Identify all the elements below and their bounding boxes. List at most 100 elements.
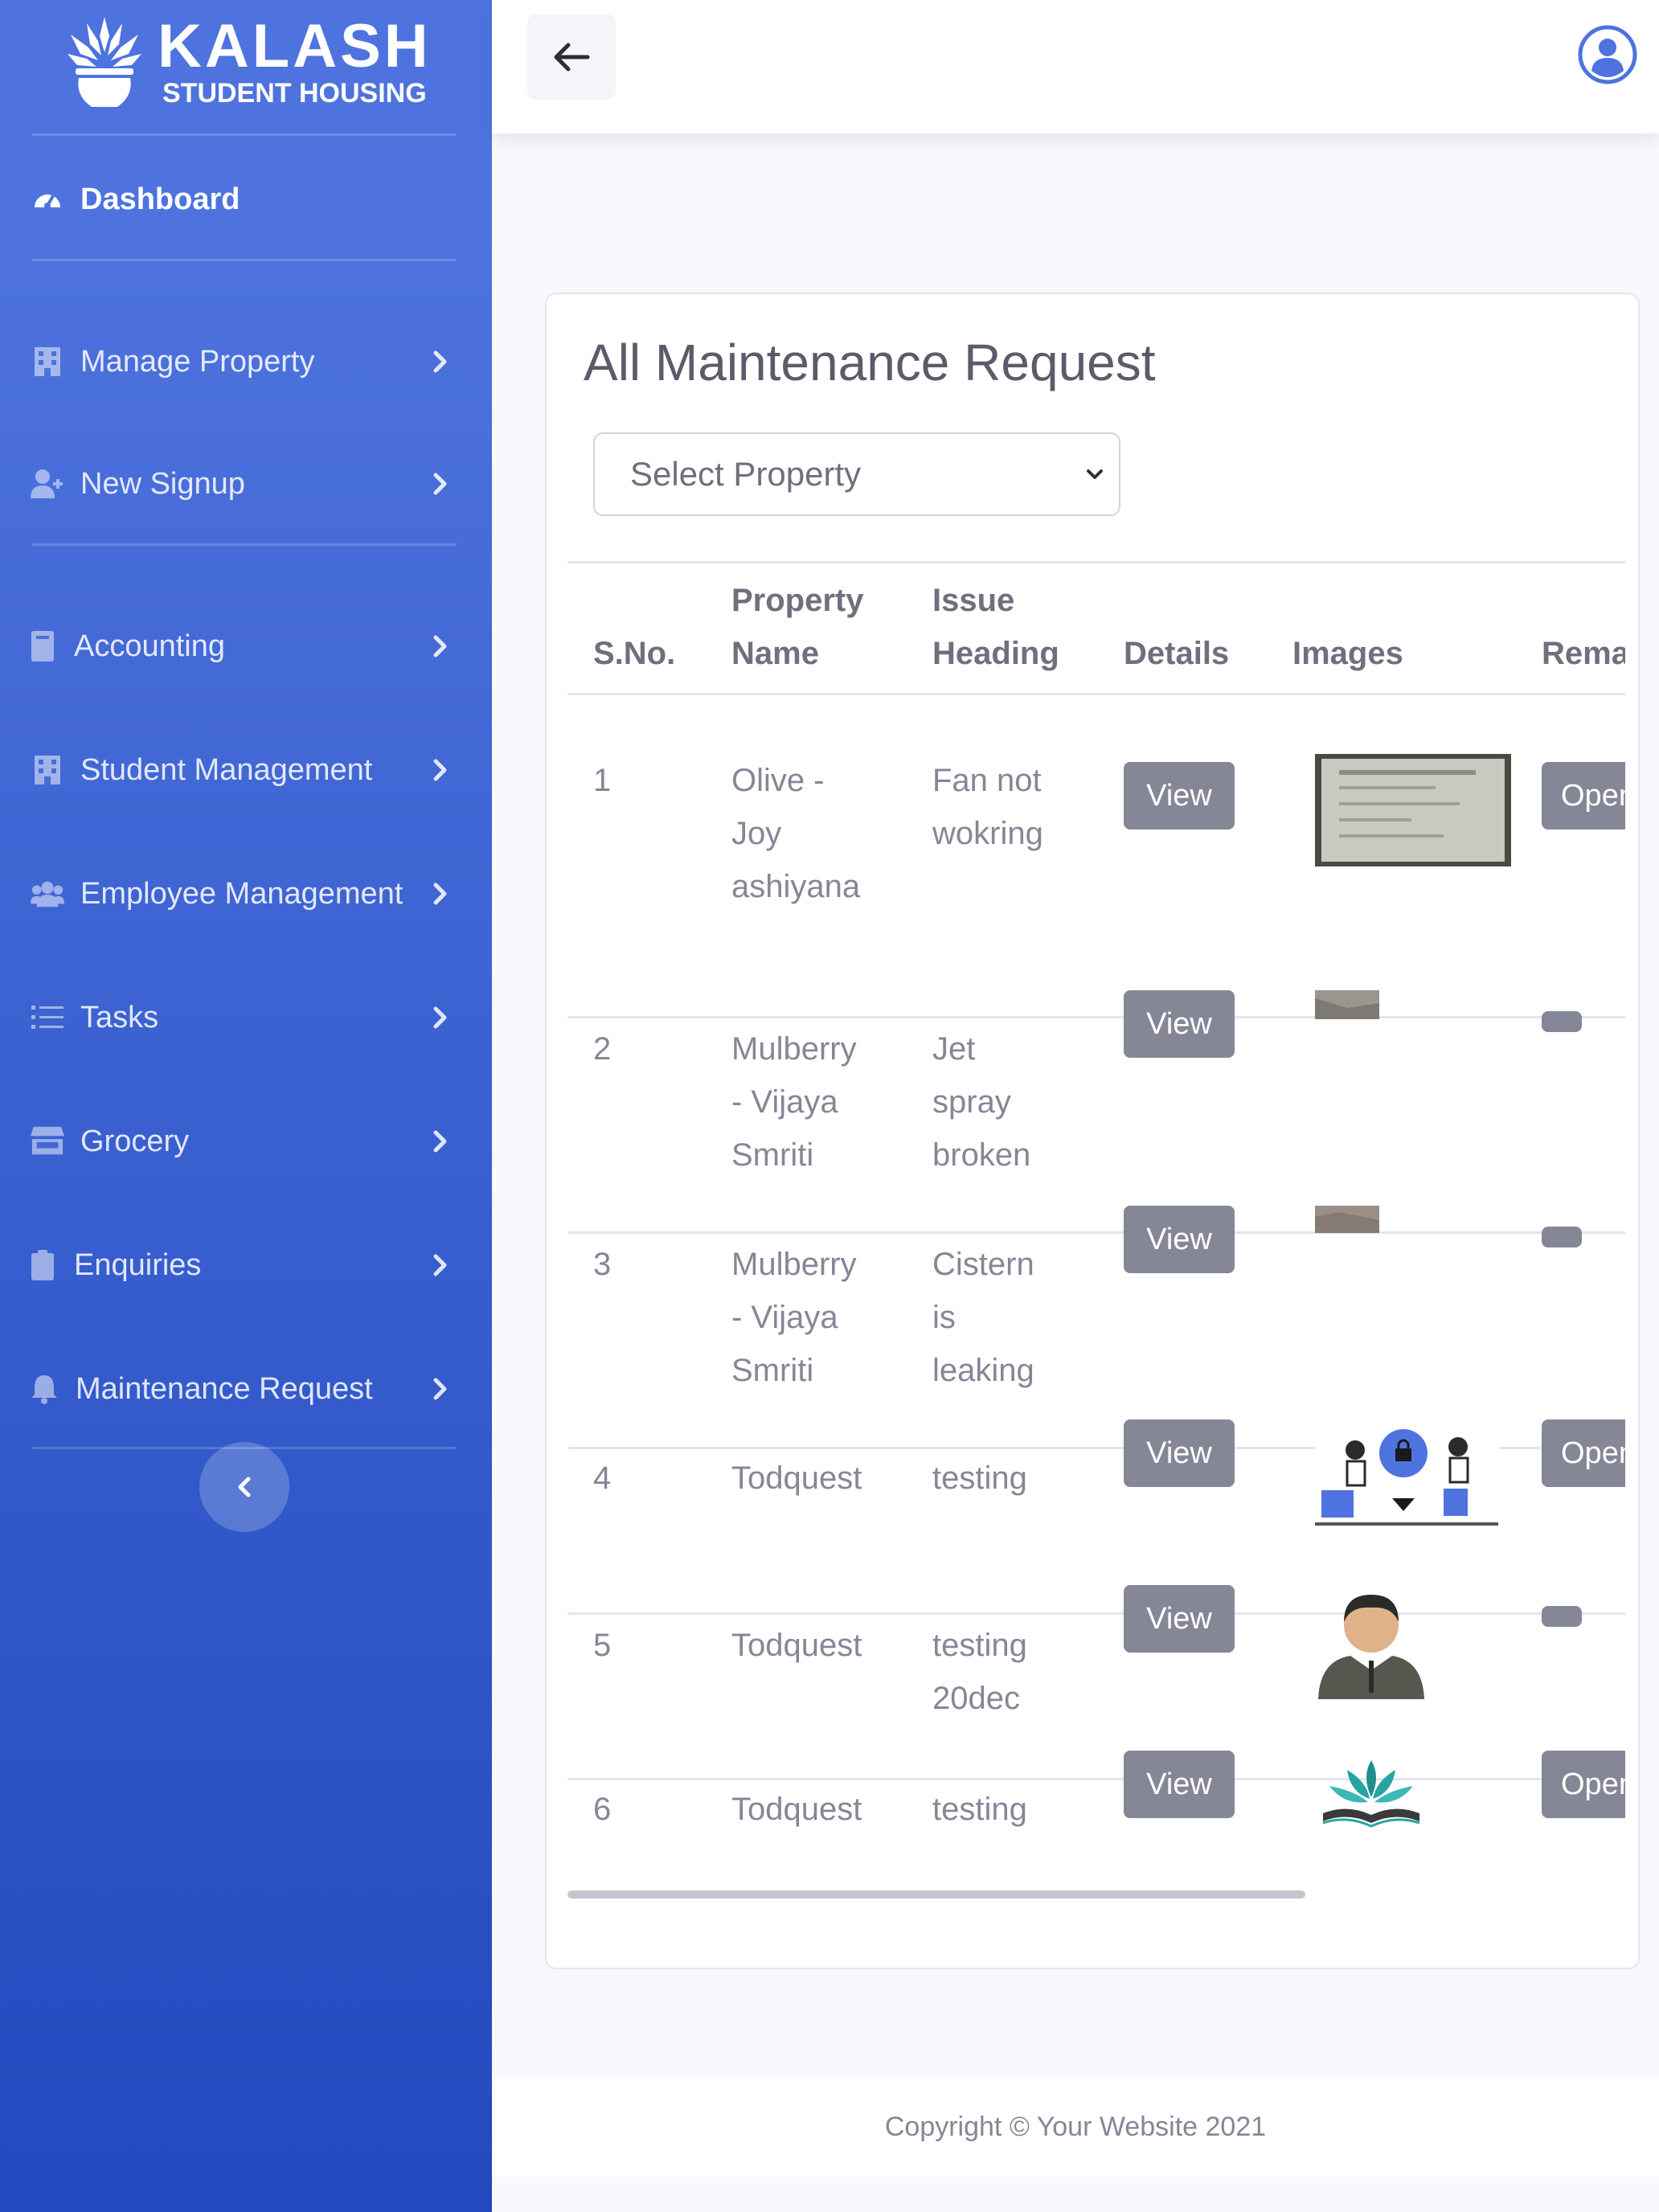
sidebar-divider <box>32 259 457 261</box>
view-button[interactable]: View <box>1124 1419 1235 1487</box>
chevron-right-icon <box>424 346 457 378</box>
sidebar-item-tasks[interactable]: Tasks <box>31 985 457 1050</box>
topbar <box>492 0 1659 133</box>
maintenance-table: S.No. Property Name Issue Heading Detail… <box>567 561 1625 1863</box>
remark-indicator[interactable] <box>1542 1227 1582 1247</box>
view-button[interactable]: View <box>1124 990 1235 1058</box>
cell-issue: broken <box>932 1137 1031 1173</box>
user-profile-icon[interactable] <box>1577 24 1638 85</box>
brand-link[interactable]: KALASH STUDENT HOUSING <box>64 8 434 117</box>
sidebar-item-label: Employee Management <box>80 876 403 911</box>
user-plus-icon <box>31 467 64 501</box>
cell-property: Smriti <box>731 1137 814 1173</box>
header-property-line2: Name <box>731 636 819 671</box>
sidebar-item-employee-management[interactable]: Employee Management <box>31 862 457 926</box>
book-icon <box>31 629 55 663</box>
open-button[interactable]: Open <box>1542 1419 1625 1487</box>
copyright-text: Copyright © Your Website 2021 <box>884 2111 1267 2142</box>
view-button[interactable]: View <box>1124 1751 1235 1818</box>
header-sno: S.No. <box>593 636 676 671</box>
issue-image-thumbnail[interactable] <box>1315 1752 1428 1841</box>
chevron-left-icon <box>238 1477 251 1497</box>
sidebar-item-manage-property[interactable]: Manage Property <box>31 330 457 394</box>
page-title: All Maintenance Request <box>584 334 1156 391</box>
row-divider <box>567 1612 1625 1615</box>
view-button[interactable]: View <box>1124 1585 1235 1653</box>
cell-property: Joy <box>731 816 782 851</box>
sidebar-item-label: New Signup <box>80 466 245 501</box>
sidebar-item-accounting[interactable]: Accounting <box>31 614 457 678</box>
chevron-right-icon <box>424 1373 457 1405</box>
sidebar-item-student-management[interactable]: Student Management <box>31 738 457 802</box>
horizontal-scrollbar[interactable] <box>567 1890 1305 1899</box>
property-select[interactable]: Select Property <box>593 432 1120 516</box>
cell-issue: is <box>932 1300 956 1335</box>
issue-image-thumbnail[interactable] <box>1315 1206 1379 1233</box>
sidebar-item-label: Student Management <box>80 752 373 787</box>
building-icon <box>31 753 64 787</box>
sidebar-item-label: Accounting <box>74 629 226 663</box>
cell-sno: 3 <box>593 1247 612 1282</box>
cell-property: - Vijaya <box>731 1300 838 1335</box>
view-button[interactable]: View <box>1124 762 1235 830</box>
brand-title: KALASH <box>158 11 432 80</box>
sidebar-item-enquiries[interactable]: Enquiries <box>31 1233 457 1297</box>
sidebar-item-label: Grocery <box>80 1124 190 1158</box>
issue-image-thumbnail[interactable] <box>1315 1418 1498 1530</box>
cell-issue: testing <box>932 1792 1027 1827</box>
remark-indicator[interactable] <box>1542 1011 1582 1032</box>
sidebar-item-new-signup[interactable]: New Signup <box>31 452 457 516</box>
sidebar-item-label: Dashboard <box>80 182 240 216</box>
issue-image-thumbnail[interactable] <box>1315 1583 1428 1699</box>
sidebar-item-grocery[interactable]: Grocery <box>31 1109 457 1174</box>
list-icon <box>31 1001 64 1034</box>
brand-subtitle: STUDENT HOUSING <box>162 77 427 109</box>
cell-issue: Fan not <box>932 763 1042 798</box>
bell-icon <box>31 1372 58 1406</box>
sidebar-item-label: Enquiries <box>74 1247 202 1282</box>
issue-image-thumbnail[interactable] <box>1315 754 1511 866</box>
view-button[interactable]: View <box>1124 1206 1235 1273</box>
sidebar-divider <box>32 543 457 546</box>
chevron-right-icon <box>424 1125 457 1157</box>
open-button[interactable]: Open <box>1542 762 1625 830</box>
cell-issue: wokring <box>932 816 1043 851</box>
chevron-down-icon <box>1087 469 1103 479</box>
header-issue-line1: Issue <box>932 583 1015 618</box>
sidebar-item-maintenance-request[interactable]: Maintenance Request <box>31 1357 457 1421</box>
header-property-line1: Property <box>731 583 864 618</box>
property-select-value: Select Property <box>630 455 862 493</box>
row-divider <box>567 1778 1625 1780</box>
cell-property: ashiyana <box>731 869 861 904</box>
cell-property: Todquest <box>731 1792 862 1827</box>
chevron-right-icon <box>424 878 457 910</box>
building-icon <box>31 345 64 379</box>
cell-sno: 6 <box>593 1792 612 1827</box>
kalash-logo-icon <box>68 17 141 107</box>
cell-issue: 20dec <box>932 1681 1020 1716</box>
store-icon <box>31 1124 64 1158</box>
sidebar-toggle-button[interactable] <box>199 1442 289 1532</box>
cell-sno: 4 <box>593 1460 612 1496</box>
cell-property: Mulberry <box>731 1031 857 1067</box>
back-button[interactable] <box>527 14 616 100</box>
remark-indicator[interactable] <box>1542 1606 1582 1627</box>
tachometer-icon <box>31 182 64 216</box>
issue-image-thumbnail[interactable] <box>1315 990 1379 1019</box>
arrow-left-icon <box>554 43 590 72</box>
chevron-right-icon <box>424 1002 457 1034</box>
cell-issue: testing <box>932 1460 1027 1496</box>
cell-property: Olive - <box>731 763 825 798</box>
row-divider <box>567 1231 1625 1234</box>
users-icon <box>31 877 64 911</box>
cell-property: Todquest <box>731 1460 862 1496</box>
row-divider <box>567 1016 1625 1018</box>
cell-property: Smriti <box>731 1353 814 1388</box>
clipboard-icon <box>31 1248 55 1282</box>
open-button[interactable]: Open <box>1542 1751 1625 1818</box>
sidebar-item-dashboard[interactable]: Dashboard <box>31 167 457 231</box>
cell-property: Mulberry <box>731 1247 857 1282</box>
cell-sno: 1 <box>593 763 612 798</box>
sidebar-item-label: Maintenance Request <box>76 1371 373 1406</box>
header-details-label: Details <box>1124 636 1230 671</box>
